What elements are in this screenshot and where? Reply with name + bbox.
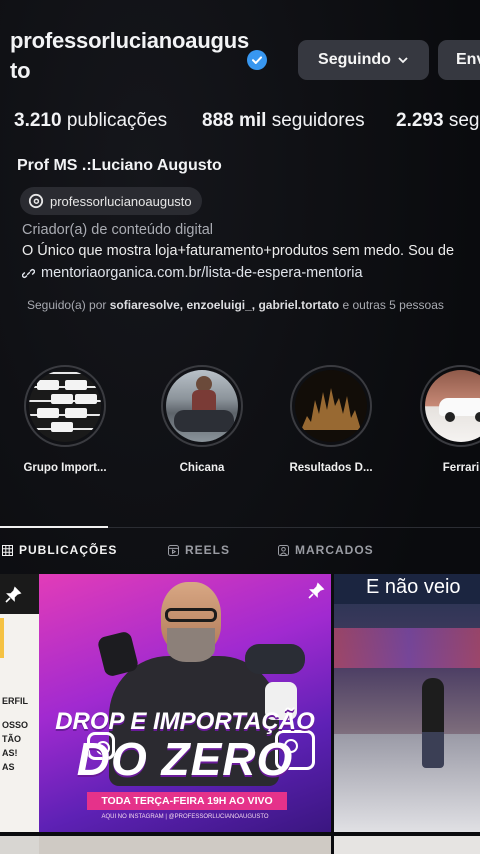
highlight-label: Chicana bbox=[179, 462, 225, 474]
tab-reels[interactable]: REELS bbox=[168, 543, 230, 557]
instagram-profile-screen: professorlucianoaugusto Seguindo Enviar … bbox=[0, 0, 480, 854]
posts-count: 3.210 bbox=[14, 110, 62, 131]
post-left-text: AS bbox=[2, 762, 15, 772]
highlight-cover-image bbox=[425, 370, 480, 442]
highlight-cover-image bbox=[166, 370, 238, 442]
profile-category: Criador(a) de conteúdo digital bbox=[22, 222, 214, 238]
highlight-cover-image bbox=[29, 370, 101, 442]
post-tile-stage[interactable]: E não veio bbox=[334, 574, 480, 832]
profile-bio: O Único que mostra loja+faturamento+prod… bbox=[22, 243, 455, 259]
followed-by-suffix: e outras 5 pessoas bbox=[342, 298, 444, 312]
profile-link[interactable]: mentoriaorganica.com.br/lista-de-espera-… bbox=[22, 265, 363, 281]
post-tile-drop-importacao[interactable]: DROP E IMPORTAÇÃO DO ZERO TODA TERÇA-FEI… bbox=[39, 574, 331, 832]
post-left-text: AS! bbox=[2, 748, 18, 758]
tab-label: MARCADOS bbox=[295, 543, 374, 557]
highlight-resultados[interactable]: Resultados D... bbox=[276, 365, 386, 474]
following-button-label: Seguindo bbox=[318, 51, 391, 68]
highlight-ferrari[interactable]: Ferrari bbox=[406, 365, 480, 474]
stage-person-figure bbox=[422, 678, 444, 768]
followers-count: 888 mil bbox=[202, 110, 267, 131]
message-button[interactable]: Enviar bbox=[438, 40, 480, 80]
followed-by[interactable]: Seguido(a) por sofiaresolve, enzoeluigi_… bbox=[27, 298, 444, 312]
followers-stat[interactable]: 888 mil seguidores bbox=[202, 110, 365, 132]
stage-lights bbox=[334, 628, 480, 668]
followed-by-names: sofiaresolve, enzoeluigi_, gabriel.torta… bbox=[109, 298, 340, 312]
chevron-down-icon bbox=[398, 57, 408, 64]
pin-icon bbox=[308, 582, 325, 599]
tagged-icon bbox=[278, 544, 289, 556]
highlight-ring bbox=[420, 365, 480, 447]
tab-publicacoes[interactable]: PUBLICAÇÕES bbox=[2, 543, 117, 557]
post-left-text: ERFIL bbox=[2, 696, 28, 706]
highlight-label: Resultados D... bbox=[289, 462, 373, 474]
post-title-line2: DO ZERO bbox=[76, 733, 294, 785]
highlight-ring bbox=[24, 365, 106, 447]
threads-icon bbox=[28, 193, 44, 209]
tab-marcados[interactable]: MARCADOS bbox=[278, 543, 374, 557]
followed-by-prefix: Seguido(a) por bbox=[27, 298, 107, 312]
reels-icon bbox=[168, 544, 179, 556]
highlight-label: Ferrari bbox=[442, 462, 480, 474]
post-right-caption: E não veio bbox=[366, 576, 461, 598]
following-count: 2.293 bbox=[396, 110, 444, 131]
tab-label: REELS bbox=[185, 543, 231, 557]
active-tab-indicator bbox=[0, 526, 108, 528]
pin-icon bbox=[5, 586, 22, 603]
grid-icon bbox=[2, 544, 13, 556]
following-label: seguindo bbox=[448, 110, 480, 131]
link-icon bbox=[22, 268, 35, 278]
stage-floor bbox=[334, 734, 480, 832]
gamepad-image bbox=[245, 644, 305, 674]
posts-stat[interactable]: 3.210 publicações bbox=[14, 110, 167, 132]
profile-full-name: Prof MS .:Luciano Augusto bbox=[17, 157, 222, 174]
tab-label: PUBLICAÇÕES bbox=[19, 543, 118, 557]
post-person-glasses bbox=[165, 608, 217, 622]
threads-handle: professorlucianoaugusto bbox=[50, 193, 192, 209]
smartwatch-image bbox=[96, 630, 140, 678]
post-tile-row2[interactable] bbox=[334, 836, 480, 854]
threads-link-pill[interactable]: professorlucianoaugusto bbox=[20, 187, 202, 215]
highlight-ring bbox=[161, 365, 243, 447]
post-fine-print: AQUI NO INSTAGRAM | @PROFESSORLUCIANOAUG… bbox=[101, 814, 269, 820]
post-left-text: TÃO bbox=[2, 734, 21, 744]
post-person-beard bbox=[167, 628, 215, 662]
post-tile-row2[interactable] bbox=[39, 836, 331, 854]
following-button[interactable]: Seguindo bbox=[298, 40, 429, 80]
highlight-grupo-import[interactable]: Grupo Import... bbox=[10, 365, 120, 474]
highlight-cover-image bbox=[295, 370, 367, 442]
highlight-ring bbox=[290, 365, 372, 447]
posts-label: publicações bbox=[66, 110, 168, 131]
highlight-label: Grupo Import... bbox=[23, 462, 107, 474]
post-accent-bar bbox=[0, 618, 4, 658]
post-left-text: OSSO bbox=[2, 720, 29, 730]
profile-link-text: mentoriaorganica.com.br/lista-de-espera-… bbox=[41, 265, 363, 281]
highlight-chicana[interactable]: Chicana bbox=[147, 365, 257, 474]
results-chart-icon bbox=[301, 388, 361, 430]
followers-label: seguidores bbox=[271, 110, 365, 131]
post-schedule-banner: TODA TERÇA-FEIRA 19H AO VIVO bbox=[87, 792, 287, 810]
message-button-label: Enviar bbox=[456, 51, 480, 68]
verified-badge-icon bbox=[247, 50, 267, 70]
following-stat[interactable]: 2.293 seguindo bbox=[396, 110, 480, 132]
profile-username: professorlucianoaugusto bbox=[10, 28, 250, 83]
